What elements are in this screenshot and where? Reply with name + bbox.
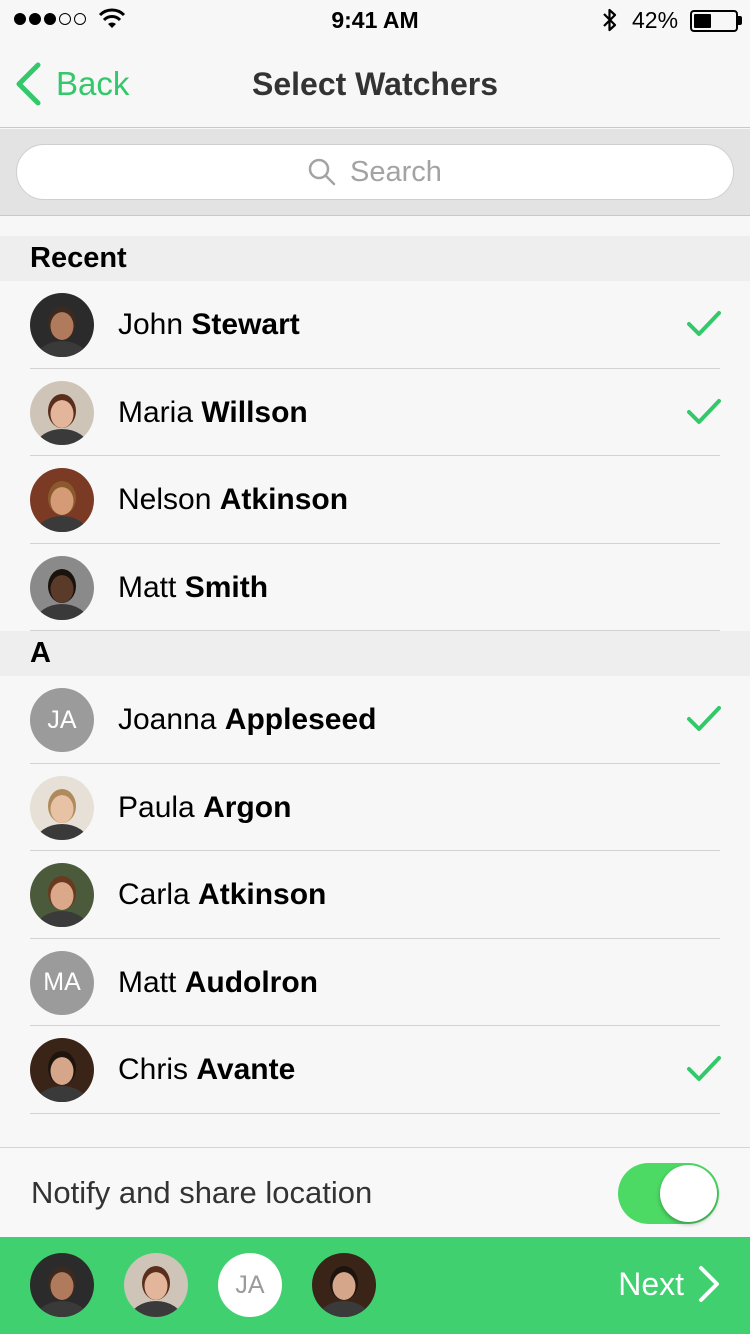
avatar	[30, 863, 94, 927]
contact-row[interactable]: Nelson Atkinson	[0, 456, 750, 544]
selected-watchers-bar: Next JA	[0, 1237, 750, 1334]
contact-name: Nelson Atkinson	[118, 483, 348, 517]
avatar-photo	[30, 380, 94, 445]
first-name: Nelson	[118, 483, 212, 516]
toggle-knob	[660, 1165, 717, 1222]
first-name: Maria	[118, 395, 194, 429]
section-header: A	[0, 631, 750, 676]
row-separator	[30, 630, 720, 631]
last-name: Audolron	[184, 965, 319, 999]
avatar-photo	[30, 1253, 94, 1317]
selected-avatar[interactable]	[30, 1253, 94, 1317]
contact-name: Paula Argon	[118, 791, 291, 825]
contact-name: Chris Avante	[118, 1053, 295, 1087]
avatar-photo	[30, 775, 94, 840]
checkmark-icon	[687, 1056, 721, 1081]
contact-name: Matt Audolron	[118, 966, 318, 1000]
battery-icon	[690, 10, 738, 32]
search-bar: Search	[0, 129, 750, 216]
next-label: Next	[618, 1265, 684, 1302]
avatar	[30, 555, 94, 620]
avatar: JA	[30, 688, 94, 752]
next-button[interactable]: Next	[618, 1265, 720, 1303]
navigation-bar: Back Select Watchers	[0, 40, 750, 128]
last-name: Appleseed	[224, 703, 377, 736]
avatar: MA	[30, 950, 94, 1015]
page-title: Select Watchers	[251, 66, 499, 102]
first-name: Joanna	[118, 703, 217, 736]
section-header: Recent	[0, 236, 750, 281]
last-name: Smith	[184, 570, 269, 604]
notify-label: Notify and share location	[31, 1175, 373, 1210]
contact-name: John Stewart	[118, 308, 300, 342]
first-name: Chris	[118, 1053, 189, 1086]
avatar	[30, 1038, 94, 1102]
battery-tip	[738, 16, 742, 25]
contact-name: Maria Willson	[118, 396, 308, 430]
first-name: John	[118, 308, 184, 341]
avatar-photo	[312, 1253, 376, 1317]
contact-name: Matt Smith	[118, 571, 268, 605]
avatar-photo	[30, 863, 94, 927]
checkmark-icon	[687, 311, 721, 336]
search-input[interactable]: Search	[16, 144, 734, 200]
contact-row[interactable]: Paula Argon	[0, 764, 750, 851]
first-name: Carla	[118, 878, 190, 911]
bluetooth-icon	[603, 8, 617, 32]
contact-row[interactable]: JA Joanna Appleseed	[0, 676, 750, 764]
last-name: Argon	[203, 790, 292, 824]
checkmark-icon	[687, 706, 721, 731]
last-name: Avante	[196, 1053, 296, 1086]
contact-name: Carla Atkinson	[118, 878, 326, 912]
notify-toggle[interactable]	[618, 1163, 719, 1224]
avatar	[30, 293, 94, 357]
checkmark-icon	[687, 398, 721, 424]
avatar	[30, 380, 94, 445]
contact-row[interactable]: Matt Smith	[0, 544, 750, 631]
contact-name: Joanna Appleseed	[118, 703, 377, 737]
contact-row[interactable]: MA Matt Audolron	[0, 939, 750, 1026]
selected-avatar[interactable]	[124, 1253, 188, 1317]
avatar-photo	[30, 293, 94, 357]
selected-avatar[interactable]	[312, 1253, 376, 1317]
contact-row[interactable]: Carla Atkinson	[0, 851, 750, 939]
row-separator	[30, 1112, 720, 1114]
contact-row[interactable]: Maria Willson	[0, 369, 750, 456]
search-icon	[308, 158, 336, 186]
avatar	[30, 468, 94, 532]
battery-percent: 42%	[632, 7, 679, 33]
notify-bar: Notify and share location	[0, 1147, 750, 1237]
contact-row[interactable]: John Stewart	[0, 281, 750, 369]
last-name: Stewart	[191, 308, 300, 341]
avatar-photo	[30, 468, 94, 532]
status-bar: 9:41 AM 42%	[0, 0, 750, 40]
last-name: Atkinson	[198, 878, 327, 911]
first-name: Paula	[118, 790, 195, 824]
search-placeholder: Search	[350, 155, 442, 188]
first-name: Matt	[118, 965, 177, 999]
chevron-right-icon	[699, 1266, 719, 1302]
last-name: Willson	[201, 395, 308, 429]
first-name: Matt	[118, 570, 177, 604]
contact-list: Recent John Stewart Maria Willson Nelson At…	[0, 236, 750, 1114]
last-name: Atkinson	[219, 483, 349, 516]
avatar-photo	[30, 1038, 94, 1102]
avatar	[30, 775, 94, 840]
selected-avatar[interactable]: JA	[218, 1253, 282, 1317]
avatar-photo	[30, 555, 94, 620]
avatar-photo	[124, 1253, 188, 1317]
contact-row[interactable]: Chris Avante	[0, 1026, 750, 1114]
